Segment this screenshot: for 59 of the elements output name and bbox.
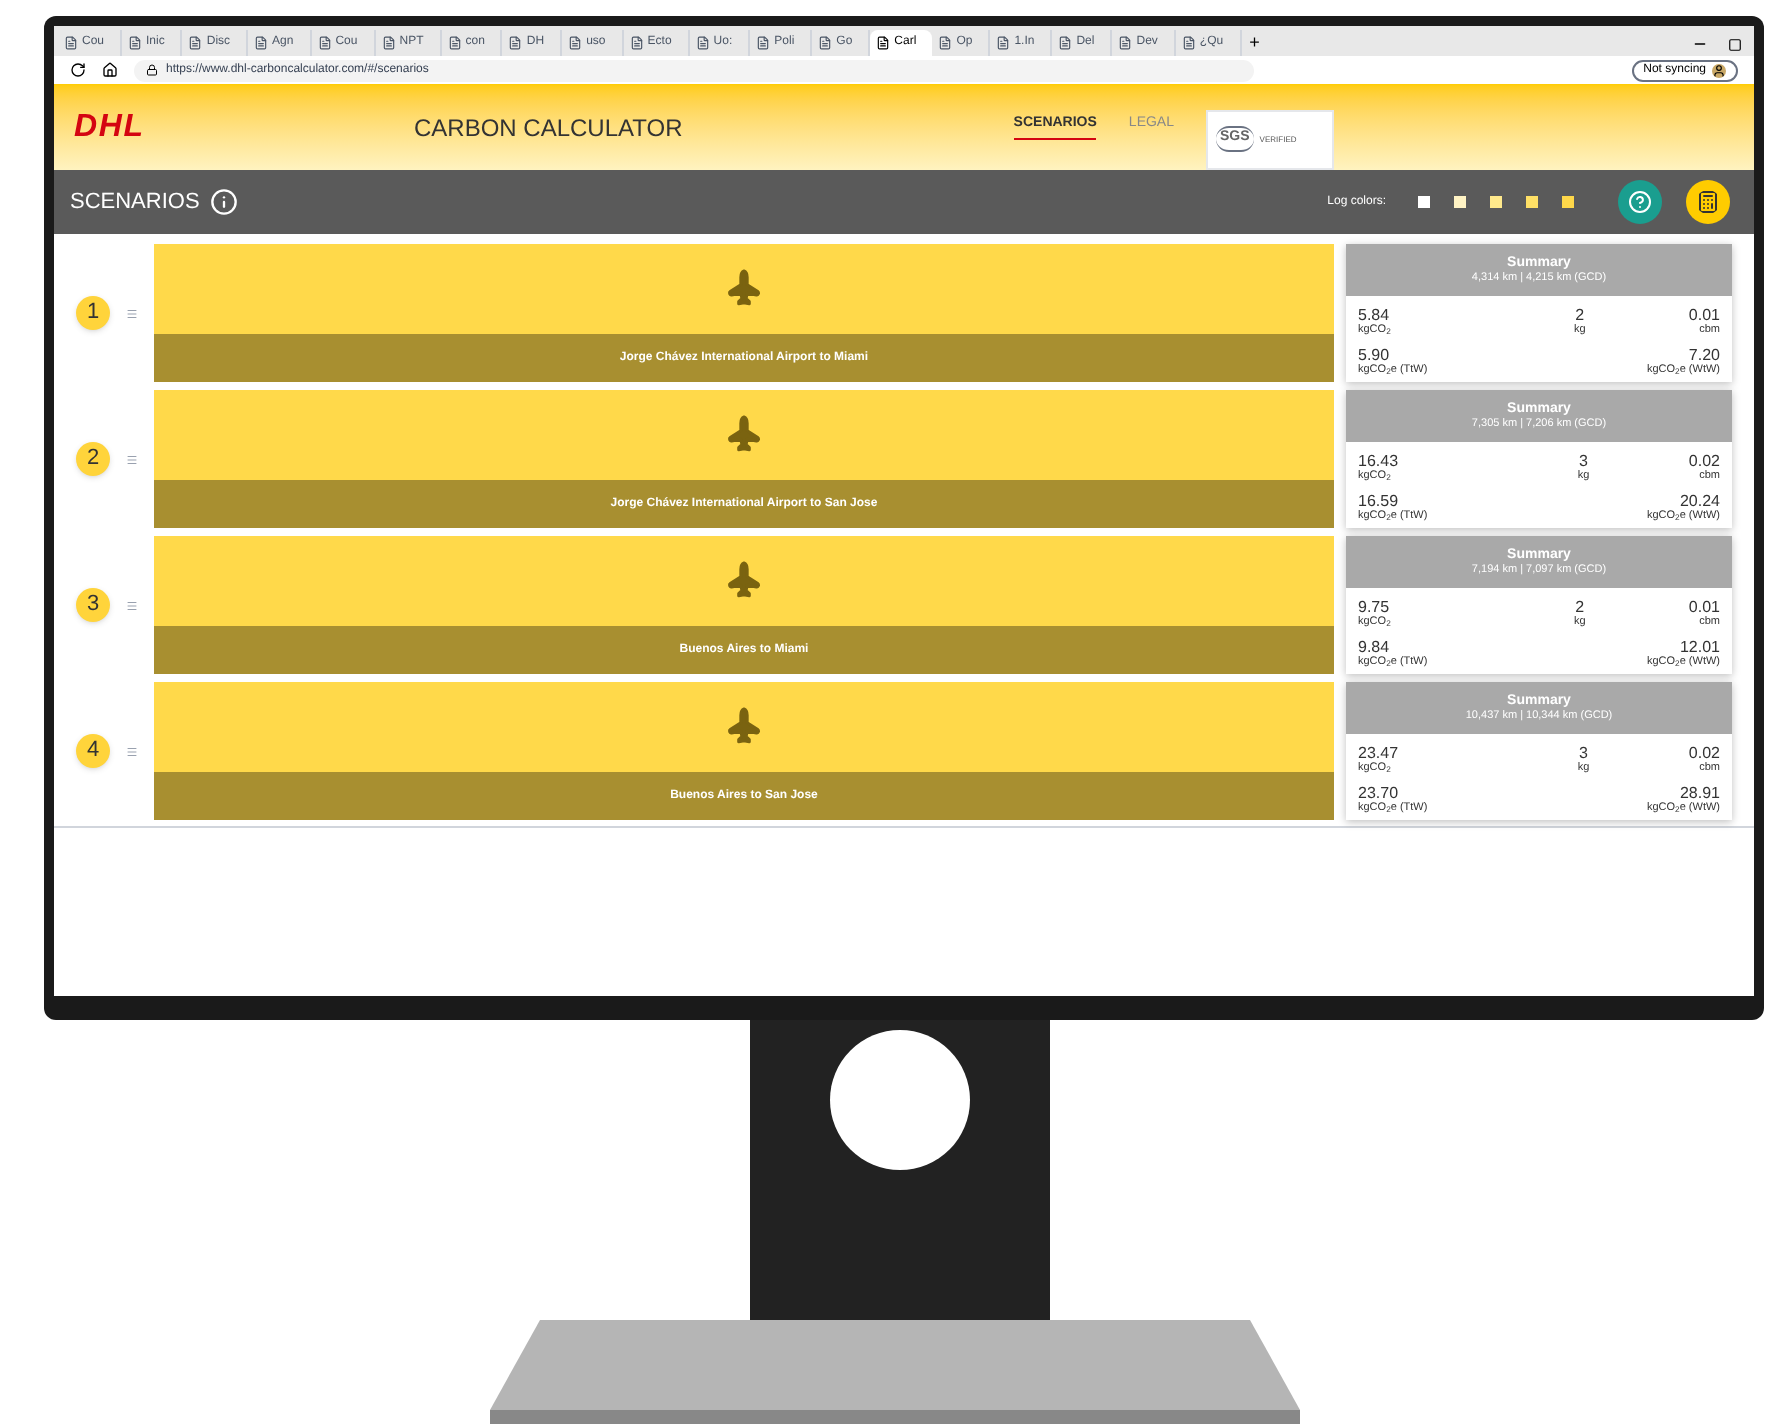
tab-page-icon bbox=[695, 36, 710, 50]
wtw-value: 28.91 bbox=[1679, 785, 1720, 801]
drag-handle-icon[interactable] bbox=[126, 307, 138, 319]
maximize-icon[interactable] bbox=[1728, 38, 1742, 52]
new-tab-button[interactable]: + bbox=[1241, 30, 1268, 56]
weight-value: 2 bbox=[1575, 308, 1585, 324]
volume-value: 0.02 bbox=[1688, 454, 1720, 470]
wtw-value: 20.24 bbox=[1679, 493, 1720, 509]
tab-page-icon bbox=[1118, 36, 1133, 50]
tab-page-icon bbox=[938, 36, 953, 50]
tab-page-icon bbox=[1181, 36, 1196, 50]
tab-page-icon bbox=[568, 36, 583, 50]
tab-page-icon bbox=[381, 36, 396, 50]
drag-handle-icon[interactable] bbox=[126, 453, 138, 465]
tab-page-icon bbox=[64, 36, 78, 50]
co2-value: 9.75 bbox=[1358, 600, 1391, 616]
tab-page-icon bbox=[254, 36, 269, 50]
lock-icon bbox=[146, 64, 158, 76]
volume-value: 0.01 bbox=[1688, 600, 1720, 616]
tab-page-icon bbox=[629, 36, 644, 50]
ttw-value: 9.84 bbox=[1358, 639, 1392, 655]
drag-handle-icon[interactable] bbox=[126, 745, 138, 757]
co2-value: 5.84 bbox=[1358, 308, 1391, 324]
tab-page-icon bbox=[317, 36, 332, 50]
wtw-value: 7.20 bbox=[1688, 347, 1720, 363]
calculator-icon[interactable] bbox=[1686, 180, 1730, 224]
tab-page-icon bbox=[1058, 36, 1073, 50]
tab-page-icon bbox=[996, 36, 1011, 50]
volume-value: 0.01 bbox=[1688, 308, 1720, 324]
volume-value: 0.02 bbox=[1688, 746, 1720, 762]
scenario-number: 1 bbox=[76, 296, 110, 330]
avatar-icon bbox=[1712, 63, 1726, 77]
ttw-value: 23.70 bbox=[1358, 785, 1401, 801]
co2-value: 16.43 bbox=[1358, 454, 1399, 470]
ttw-value: 5.90 bbox=[1358, 347, 1392, 363]
page-title: SCENARIOS bbox=[70, 187, 200, 218]
scenario-number: 4 bbox=[76, 734, 110, 768]
scenario-number: 2 bbox=[76, 442, 110, 476]
scenario-number: 3 bbox=[76, 588, 110, 622]
tab-page-icon bbox=[756, 36, 771, 50]
weight-value: 2 bbox=[1575, 600, 1585, 616]
wtw-value: 12.01 bbox=[1679, 639, 1720, 655]
tab-page-icon bbox=[818, 36, 833, 50]
weight-value: 3 bbox=[1578, 454, 1588, 470]
dhl-logo: DHL bbox=[74, 107, 147, 147]
tab-page-icon bbox=[447, 36, 462, 50]
tab-page-icon bbox=[188, 36, 203, 50]
app-title: CARBON CALCULATOR bbox=[414, 111, 683, 145]
info-icon[interactable] bbox=[209, 188, 238, 216]
co2-value: 23.47 bbox=[1358, 746, 1399, 762]
drag-handle-icon[interactable] bbox=[126, 599, 138, 611]
tab-page-icon bbox=[876, 36, 891, 50]
weight-value: 3 bbox=[1578, 746, 1588, 762]
reload-icon[interactable] bbox=[70, 62, 86, 78]
tab-page-icon bbox=[508, 36, 523, 50]
ttw-value: 16.59 bbox=[1358, 493, 1401, 509]
help-icon[interactable] bbox=[1618, 180, 1662, 224]
home-icon[interactable] bbox=[102, 62, 118, 78]
tab-page-icon bbox=[128, 36, 143, 50]
